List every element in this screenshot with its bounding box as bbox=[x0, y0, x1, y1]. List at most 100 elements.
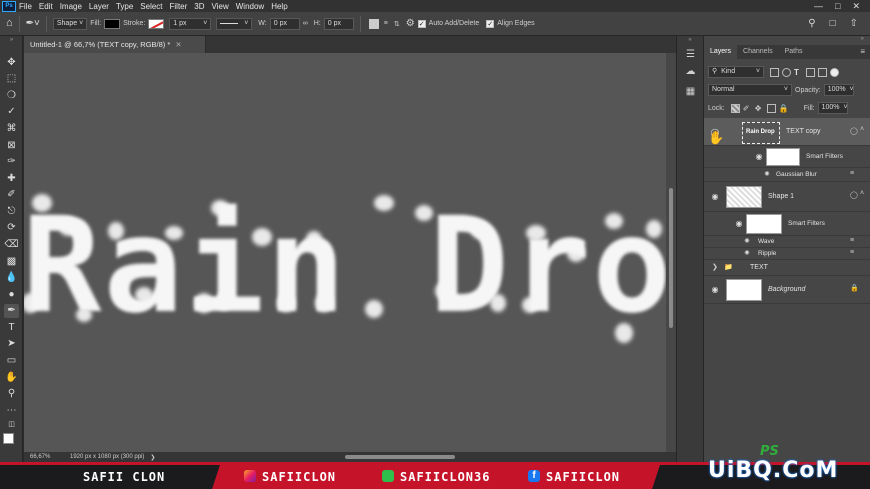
visibility-eye-icon[interactable]: ◉ bbox=[762, 170, 772, 177]
blend-mode-select[interactable]: Normal ˅ bbox=[708, 84, 792, 96]
fill-input[interactable]: 100% ˅ bbox=[817, 102, 848, 114]
visibility-eye-icon[interactable]: ◉ bbox=[710, 192, 720, 201]
visibility-eye-icon[interactable]: ◉ bbox=[734, 219, 744, 228]
dock-collapse-icon[interactable]: « bbox=[677, 37, 703, 43]
filter-row-ripple[interactable]: ◉ Ripple ≡ bbox=[704, 248, 870, 260]
menu-image[interactable]: Image bbox=[60, 2, 82, 11]
fill-swatch[interactable] bbox=[104, 18, 121, 29]
hand-tool-icon[interactable]: ✋ bbox=[4, 371, 19, 385]
menu-help[interactable]: Help bbox=[271, 2, 287, 11]
minimize-icon[interactable]: — bbox=[814, 1, 823, 12]
type-tool-icon[interactable]: T bbox=[4, 321, 19, 335]
stroke-type-select[interactable]: ˅ bbox=[216, 17, 253, 30]
menu-select[interactable]: Select bbox=[140, 2, 162, 11]
gear-icon[interactable]: ⚙ bbox=[406, 18, 415, 29]
lock-all-icon[interactable]: 🔒 bbox=[779, 104, 789, 113]
collapse-chevron-icon[interactable]: ˄ bbox=[860, 126, 864, 133]
layer-name[interactable]: Background bbox=[768, 286, 805, 293]
menu-edit[interactable]: Edit bbox=[39, 2, 53, 11]
workspace-icon[interactable]: □ bbox=[830, 18, 836, 29]
tool-mode-select[interactable]: Shape ˅ bbox=[52, 17, 88, 30]
blending-options-icon[interactable]: ≡ bbox=[850, 170, 854, 177]
visibility-eye-icon[interactable]: ◉ bbox=[754, 152, 764, 161]
width-input[interactable]: 0 px bbox=[269, 17, 300, 30]
status-arrow-icon[interactable]: ❯ bbox=[150, 454, 155, 461]
auto-add-delete-checkbox[interactable]: ✓ bbox=[417, 19, 426, 28]
menu-layer[interactable]: Layer bbox=[89, 2, 109, 11]
quick-select-tool-icon[interactable]: ✓ bbox=[4, 105, 19, 119]
filter-row-gaussian-blur[interactable]: ◉ Gaussian Blur ≡ bbox=[704, 168, 870, 182]
tab-layers[interactable]: Layers bbox=[704, 45, 738, 59]
collapse-chevron-icon[interactable]: ˄ bbox=[860, 190, 864, 197]
path-operations-icon[interactable] bbox=[368, 18, 379, 29]
path-selection-tool-icon[interactable]: ➤ bbox=[4, 337, 19, 351]
blur-tool-icon[interactable]: 💧 bbox=[4, 271, 19, 285]
eraser-tool-icon[interactable]: ⌫ bbox=[4, 238, 19, 252]
menu-window[interactable]: Window bbox=[236, 2, 264, 11]
menu-file[interactable]: File bbox=[19, 2, 32, 11]
panel-dock-collapse-icon[interactable]: » bbox=[861, 36, 864, 42]
lock-transparent-icon[interactable] bbox=[730, 103, 740, 113]
search-icon[interactable]: ⚲ bbox=[808, 18, 815, 29]
brush-tool-icon[interactable]: ✐ bbox=[4, 188, 19, 202]
close-window-icon[interactable]: ✕ bbox=[852, 1, 860, 12]
move-tool-icon[interactable]: ✥ bbox=[4, 56, 19, 70]
smart-filters-row[interactable]: ◉ Smart Filters bbox=[704, 212, 870, 236]
horizontal-scroll-thumb[interactable] bbox=[345, 455, 455, 459]
stroke-width-input[interactable]: 1 px ˅ bbox=[169, 17, 212, 30]
history-panel-icon[interactable]: ☰ bbox=[684, 48, 697, 61]
path-arrangement-icon[interactable]: ⇅ bbox=[394, 20, 400, 28]
frame-tool-icon[interactable]: ⊠ bbox=[4, 139, 19, 153]
healing-brush-tool-icon[interactable]: ✚ bbox=[4, 172, 19, 186]
layer-shape-1[interactable]: ◉ Shape 1 ◯ ˄ bbox=[704, 182, 870, 212]
lock-position-icon[interactable]: ✥ bbox=[755, 104, 764, 113]
color-swatches[interactable] bbox=[3, 433, 21, 451]
pen-tool-preset-icon[interactable]: ✒˅ bbox=[26, 18, 40, 29]
zoom-tool-icon[interactable]: ⚲ bbox=[4, 387, 19, 401]
layer-name[interactable]: TEXT bbox=[750, 264, 768, 271]
history-brush-tool-icon[interactable]: ⟳ bbox=[4, 221, 19, 235]
menu-3d[interactable]: 3D bbox=[194, 2, 204, 11]
adjustments-panel-icon[interactable]: ▦ bbox=[684, 85, 697, 98]
document-info[interactable]: 1920 px x 1080 px (300 ppi) bbox=[70, 454, 144, 460]
layer-background[interactable]: ◉ Background 🔒 bbox=[704, 276, 870, 304]
tab-channels[interactable]: Channels bbox=[737, 45, 779, 59]
lock-pixels-icon[interactable]: ✐ bbox=[743, 104, 752, 113]
visibility-eye-icon[interactable]: ◉ bbox=[742, 237, 752, 244]
menu-filter[interactable]: Filter bbox=[170, 2, 188, 11]
kind-filter-select[interactable]: ⚲ Kind ˅ bbox=[708, 66, 764, 78]
default-colors-icon[interactable]: ◫ bbox=[4, 418, 19, 432]
filter-row-wave[interactable]: ◉ Wave ≡ bbox=[704, 236, 870, 248]
shape-filter-icon[interactable] bbox=[806, 67, 815, 77]
stroke-swatch[interactable] bbox=[148, 18, 165, 29]
smart-filters-row[interactable]: ◉ Smart Filters bbox=[704, 146, 870, 168]
link-icon[interactable]: ∞ bbox=[303, 20, 308, 27]
adjustment-filter-icon[interactable] bbox=[782, 67, 791, 77]
gradient-tool-icon[interactable]: ▩ bbox=[4, 255, 19, 269]
height-input[interactable]: 0 px bbox=[323, 17, 354, 30]
lock-artboard-icon[interactable] bbox=[766, 103, 776, 113]
document-tab[interactable]: Untitled-1 @ 66,7% (TEXT copy, RGB/8) * ✕ bbox=[24, 36, 206, 53]
pen-tool-icon[interactable]: ✒ bbox=[4, 304, 19, 318]
path-alignment-icon[interactable]: ≡ bbox=[384, 20, 388, 27]
foreground-color-swatch[interactable] bbox=[3, 433, 14, 444]
lasso-tool-icon[interactable]: ❍ bbox=[4, 89, 19, 103]
visibility-eye-icon[interactable]: ◉ bbox=[710, 285, 720, 294]
more-tools-icon[interactable]: ⋯ bbox=[4, 404, 19, 418]
menu-view[interactable]: View bbox=[212, 2, 229, 11]
blending-options-icon[interactable]: ≡ bbox=[850, 237, 854, 244]
menu-type[interactable]: Type bbox=[116, 2, 133, 11]
share-icon[interactable]: ⇧ bbox=[850, 18, 858, 29]
layer-text-copy[interactable]: ◯ ✋ Rain Drop TEXT copy ◯ ˄ bbox=[704, 118, 870, 146]
clone-stamp-tool-icon[interactable]: ⎋ bbox=[4, 205, 19, 219]
layer-name[interactable]: TEXT copy bbox=[786, 128, 821, 135]
smart-object-filter-icon[interactable] bbox=[818, 67, 827, 77]
blending-options-icon[interactable]: ≡ bbox=[850, 249, 854, 256]
maximize-icon[interactable]: □ bbox=[835, 1, 840, 12]
panel-collapse-icon[interactable]: » bbox=[4, 37, 19, 43]
expand-arrow-icon[interactable]: ❯ bbox=[712, 263, 718, 271]
tab-paths[interactable]: Paths bbox=[779, 45, 809, 59]
visibility-eye-icon[interactable]: ◉ bbox=[742, 249, 752, 256]
marquee-tool-icon[interactable]: ⬚ bbox=[4, 72, 19, 86]
properties-panel-icon[interactable]: ☁ bbox=[684, 65, 697, 78]
